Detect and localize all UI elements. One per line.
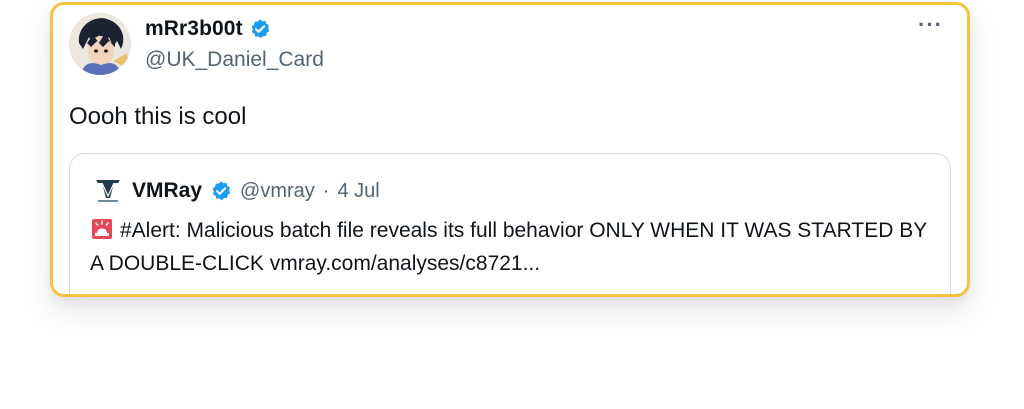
quoted-tweet[interactable]: VMRay @vmray · 4 Jul #Alert: Malicious b…	[69, 153, 951, 294]
more-options-icon[interactable]: ···	[918, 14, 943, 36]
quoted-date[interactable]: 4 Jul	[337, 180, 379, 203]
tweet-card[interactable]: mRr3b00t @UK_Daniel_Card ··· Oooh this i…	[50, 2, 970, 297]
quoted-tweet-text: #Alert: Malicious batch file reveals its…	[90, 214, 930, 280]
quoted-tweet-body[interactable]: #Alert: Malicious batch file reveals its…	[90, 219, 927, 275]
avatar[interactable]	[69, 13, 131, 75]
tweet-text: Oooh this is cool	[69, 103, 247, 130]
vmray-logo-icon[interactable]	[92, 176, 124, 206]
author-handle[interactable]: @UK_Daniel_Card	[145, 48, 324, 72]
verified-badge-icon[interactable]	[210, 180, 232, 202]
rotating-light-icon	[90, 217, 114, 241]
quoted-handle[interactable]: @vmray	[240, 180, 315, 203]
quoted-display-name[interactable]: VMRay	[132, 179, 202, 203]
verified-badge-icon[interactable]	[249, 18, 271, 40]
meta-separator: ·	[322, 179, 330, 202]
author-display-name[interactable]: mRr3b00t	[145, 17, 243, 41]
